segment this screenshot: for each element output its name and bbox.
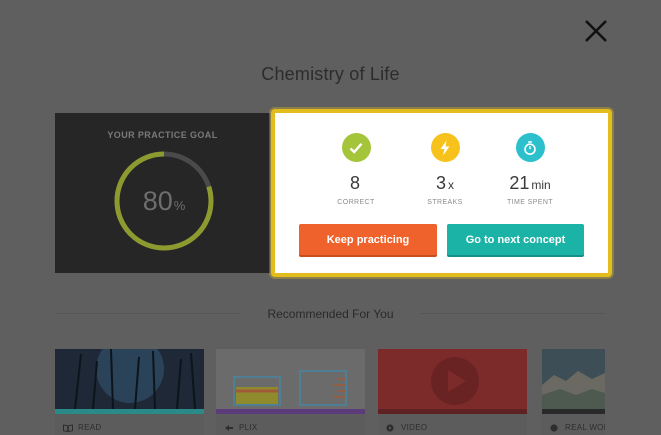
- stat-correct: 8 CORRECT: [311, 133, 401, 206]
- card-footer: VIDEO: [378, 414, 527, 435]
- card-thumbnail: [55, 349, 204, 409]
- card-type-label: VIDEO: [386, 423, 427, 432]
- practice-goal-panel: YOUR PRACTICE GOAL 80%: [55, 113, 270, 273]
- close-icon: [585, 20, 607, 42]
- card-thumbnail: [542, 349, 605, 409]
- recommended-heading: Recommended For You: [267, 307, 394, 321]
- card-footer: REAL WOR: [542, 414, 605, 435]
- stat-streaks: 3x STREAKS: [400, 133, 490, 206]
- next-concept-button[interactable]: Go to next concept: [447, 224, 584, 255]
- recommended-card-read[interactable]: READ: [55, 349, 204, 435]
- page-title: Chemistry of Life: [261, 64, 400, 84]
- stat-time-spent: 21 min TIME SPENT: [485, 133, 575, 206]
- card-thumbnail: [378, 349, 527, 409]
- book-icon: [63, 423, 73, 432]
- card-thumbnail: [216, 349, 365, 409]
- card-type-label: REAL WOR: [550, 423, 605, 432]
- stat-time-value: 21 min: [509, 173, 551, 193]
- check-icon: [341, 133, 371, 162]
- card-footer: PLIX: [216, 414, 365, 435]
- goal-unit: %: [173, 198, 186, 213]
- stat-streaks-label: STREAKS: [427, 199, 463, 206]
- goal-percentage: 80%: [112, 149, 216, 253]
- stat-time-label: TIME SPENT: [506, 199, 553, 206]
- plix-icon: [225, 424, 233, 431]
- stat-correct-label: CORRECT: [337, 199, 375, 206]
- recommended-card-plix[interactable]: PLIX: [216, 349, 365, 435]
- card-type-label: READ: [63, 423, 101, 432]
- card-type-label: PLIX: [224, 423, 258, 432]
- play-circle-icon: [386, 423, 394, 432]
- practice-results-card: 8 CORRECT 3x STREAKS 21 min TIME SPENT Ke…: [271, 109, 612, 277]
- card-footer: READ: [55, 414, 204, 435]
- lightning-icon: [430, 133, 460, 162]
- stopwatch-icon: [515, 133, 545, 162]
- recommended-card-real-world[interactable]: REAL WOR: [542, 349, 605, 435]
- globe-icon: [550, 423, 558, 432]
- goal-value: 80: [142, 185, 173, 216]
- stat-streaks-value: 3x: [435, 173, 454, 193]
- keep-practicing-button[interactable]: Keep practicing: [299, 224, 437, 255]
- practice-goal-heading: YOUR PRACTICE GOAL: [107, 130, 218, 140]
- stat-correct-value: 8: [349, 173, 360, 193]
- close-button[interactable]: [583, 18, 609, 44]
- recommended-card-video[interactable]: VIDEO: [378, 349, 527, 435]
